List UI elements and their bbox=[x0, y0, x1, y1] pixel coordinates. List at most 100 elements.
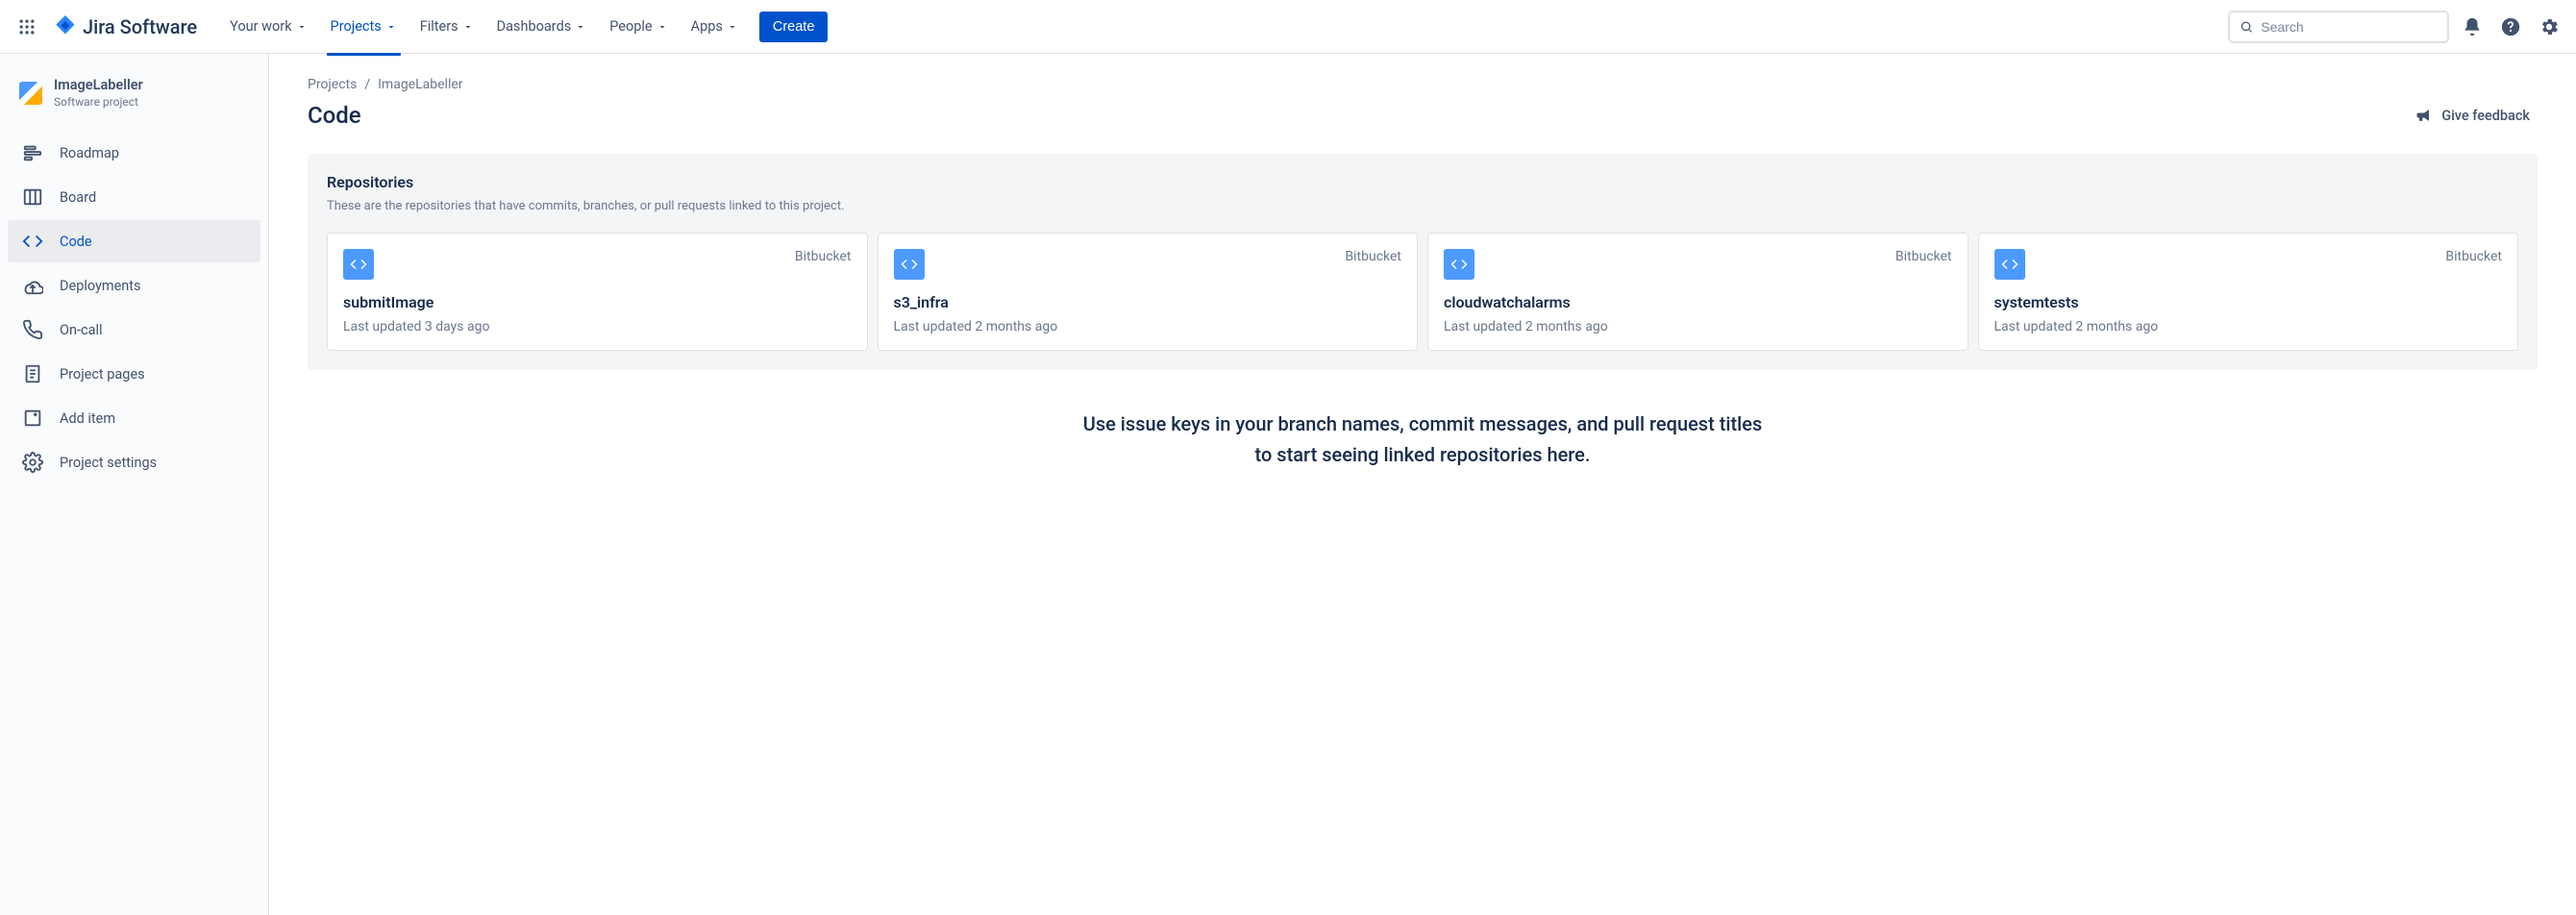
repo-card[interactable]: Bitbucket systemtests Last updated 2 mon… bbox=[1978, 233, 2519, 351]
nav-projects[interactable]: Projects bbox=[321, 11, 407, 42]
repo-source: Bitbucket bbox=[2445, 249, 2502, 264]
sidebar-item-project-pages[interactable]: Project pages bbox=[8, 353, 260, 395]
repo-source: Bitbucket bbox=[1345, 249, 1401, 264]
repo-name: cloudwatchalarms bbox=[1444, 293, 1952, 311]
nav-items: Your work Projects Filters Dashboards Pe… bbox=[220, 11, 828, 42]
create-button[interactable]: Create bbox=[759, 12, 829, 42]
jira-logo[interactable]: Jira Software bbox=[46, 15, 205, 38]
sidebar-item-on-call[interactable]: On-call bbox=[8, 309, 260, 351]
content: Projects / ImageLabeller Code Give feedb… bbox=[269, 54, 2576, 915]
repo-source: Bitbucket bbox=[795, 249, 852, 264]
nav-right bbox=[2228, 11, 2564, 43]
jira-logo-text: Jira Software bbox=[83, 15, 197, 38]
repositories-desc: These are the repositories that have com… bbox=[327, 199, 2518, 213]
nav-label: Filters bbox=[420, 18, 458, 35]
repo-name: s3_infra bbox=[894, 293, 1402, 311]
sidebar-item-code[interactable]: Code bbox=[8, 220, 260, 262]
nav-label: People bbox=[609, 18, 652, 35]
cta-line-1: Use issue keys in your branch names, com… bbox=[990, 408, 1855, 439]
repositories-title: Repositories bbox=[327, 173, 2518, 191]
bell-icon bbox=[2462, 16, 2483, 37]
chevron-down-icon bbox=[462, 21, 474, 33]
nav-label: Projects bbox=[331, 18, 382, 35]
sidebar-item-label: Project settings bbox=[60, 455, 157, 471]
page-title: Code bbox=[308, 102, 361, 129]
notifications-button[interactable] bbox=[2457, 12, 2488, 42]
code-icon bbox=[21, 230, 44, 253]
chevron-down-icon bbox=[575, 21, 586, 33]
help-icon bbox=[2500, 16, 2521, 37]
repo-updated: Last updated 2 months ago bbox=[1994, 319, 2503, 334]
deployments-icon bbox=[21, 274, 44, 297]
search-input[interactable] bbox=[2261, 19, 2438, 35]
code-icon bbox=[894, 249, 925, 280]
cta-line-2: to start seeing linked repositories here… bbox=[990, 439, 1855, 470]
repo-cards: Bitbucket submitImage Last updated 3 day… bbox=[327, 233, 2518, 351]
search-box[interactable] bbox=[2228, 11, 2449, 43]
sidebar-item-label: Board bbox=[60, 189, 96, 206]
roadmap-icon bbox=[21, 141, 44, 164]
sidebar-items: Roadmap Board Code Deployments On-call P… bbox=[8, 132, 260, 483]
nav-apps[interactable]: Apps bbox=[681, 11, 748, 42]
code-icon bbox=[343, 249, 374, 280]
on-call-icon bbox=[21, 318, 44, 341]
nav-people[interactable]: People bbox=[600, 11, 677, 42]
repo-updated: Last updated 2 months ago bbox=[894, 319, 1402, 334]
sidebar-item-roadmap[interactable]: Roadmap bbox=[8, 132, 260, 174]
sidebar-item-label: Code bbox=[60, 234, 92, 250]
repo-card[interactable]: Bitbucket cloudwatchalarms Last updated … bbox=[1427, 233, 1969, 351]
give-feedback-button[interactable]: Give feedback bbox=[2407, 100, 2538, 131]
chevron-down-icon bbox=[727, 21, 738, 33]
app-switcher-button[interactable] bbox=[12, 12, 42, 42]
sidebar-item-add-item[interactable]: Add item bbox=[8, 397, 260, 439]
cta-text: Use issue keys in your branch names, com… bbox=[990, 408, 1855, 470]
repo-name: systemtests bbox=[1994, 293, 2503, 311]
megaphone-icon bbox=[2415, 106, 2434, 125]
sidebar-item-label: Add item bbox=[60, 410, 115, 427]
sidebar-item-project-settings[interactable]: Project settings bbox=[8, 441, 260, 483]
repo-card[interactable]: Bitbucket submitImage Last updated 3 day… bbox=[327, 233, 868, 351]
search-icon bbox=[2240, 19, 2253, 35]
repo-card[interactable]: Bitbucket s3_infra Last updated 2 months… bbox=[878, 233, 1419, 351]
chevron-down-icon bbox=[296, 21, 308, 33]
repo-updated: Last updated 2 months ago bbox=[1444, 319, 1952, 334]
project-avatar-icon bbox=[19, 82, 42, 105]
gear-icon bbox=[2539, 16, 2560, 37]
feedback-label: Give feedback bbox=[2441, 108, 2530, 124]
sidebar-item-label: Deployments bbox=[60, 278, 141, 294]
project-header[interactable]: ImageLabeller Software project bbox=[8, 77, 260, 124]
nav-filters[interactable]: Filters bbox=[410, 11, 483, 42]
nav-your-work[interactable]: Your work bbox=[220, 11, 316, 42]
repo-updated: Last updated 3 days ago bbox=[343, 319, 852, 334]
nav-dashboards[interactable]: Dashboards bbox=[487, 11, 597, 42]
jira-logo-icon bbox=[54, 15, 77, 38]
project-name: ImageLabeller bbox=[54, 77, 143, 93]
gear-icon bbox=[21, 451, 44, 474]
sidebar-item-board[interactable]: Board bbox=[8, 176, 260, 218]
app-switcher-icon bbox=[17, 17, 37, 37]
breadcrumb-link-project[interactable]: ImageLabeller bbox=[378, 77, 462, 92]
breadcrumb: Projects / ImageLabeller bbox=[308, 77, 2538, 92]
sidebar-item-label: On-call bbox=[60, 322, 103, 338]
code-icon bbox=[1994, 249, 2025, 280]
help-button[interactable] bbox=[2495, 12, 2526, 42]
board-icon bbox=[21, 185, 44, 209]
add-item-icon bbox=[21, 407, 44, 430]
nav-label: Dashboards bbox=[497, 18, 572, 35]
nav-label: Apps bbox=[691, 18, 723, 35]
repositories-panel: Repositories These are the repositories … bbox=[308, 154, 2538, 370]
repo-name: submitImage bbox=[343, 293, 852, 311]
top-nav: Jira Software Your work Projects Filters… bbox=[0, 0, 2576, 54]
breadcrumb-sep: / bbox=[364, 77, 370, 92]
sidebar-item-label: Roadmap bbox=[60, 145, 119, 161]
chevron-down-icon bbox=[656, 21, 668, 33]
sidebar-item-deployments[interactable]: Deployments bbox=[8, 264, 260, 307]
project-type: Software project bbox=[54, 95, 143, 109]
main-wrap: ImageLabeller Software project Roadmap B… bbox=[0, 54, 2576, 915]
page-header: Code Give feedback bbox=[308, 100, 2538, 131]
settings-button[interactable] bbox=[2534, 12, 2564, 42]
breadcrumb-link-projects[interactable]: Projects bbox=[308, 77, 357, 92]
sidebar-item-label: Project pages bbox=[60, 366, 145, 383]
chevron-down-icon bbox=[385, 21, 397, 33]
pages-icon bbox=[21, 362, 44, 385]
